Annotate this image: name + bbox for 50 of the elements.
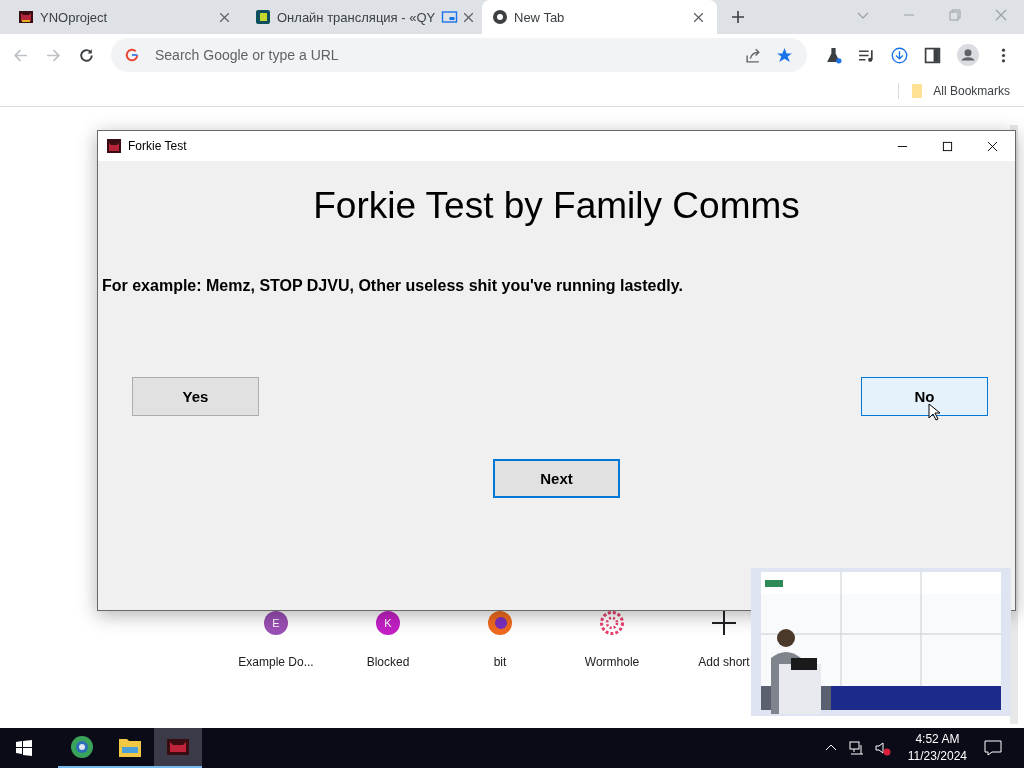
letter-icon[interactable]: E [264, 611, 288, 635]
maximize-icon[interactable] [942, 140, 953, 152]
add-icon[interactable] [712, 611, 736, 635]
notification-icon[interactable] [984, 740, 1002, 756]
browser-tab[interactable]: New Tab [482, 0, 717, 34]
letter-icon[interactable]: K [376, 611, 400, 635]
share-icon[interactable] [745, 46, 762, 64]
download-icon[interactable] [891, 46, 908, 64]
reload-icon[interactable] [78, 46, 95, 64]
close-tab-icon[interactable] [220, 12, 229, 22]
next-button[interactable]: Next [493, 459, 620, 498]
picture-in-picture-icon [441, 11, 459, 23]
browser-tab[interactable]: Онлайн трансляция - «QY [245, 0, 480, 34]
star-icon[interactable] [776, 46, 793, 64]
dialog-text: For example: Memz, STOP DJVU, Other useless shit you've running lastedly. [102, 277, 684, 295]
side-panel-icon[interactable] [924, 46, 941, 64]
flask-icon[interactable] [825, 46, 842, 64]
dialog-button[interactable]: Yes [132, 377, 259, 416]
spiral-icon[interactable] [600, 611, 624, 635]
profile-icon[interactable] [957, 44, 979, 66]
fox-globe-icon[interactable] [488, 611, 512, 635]
new-tab-icon[interactable] [731, 10, 745, 24]
bookmark-folder[interactable]: All Bookmarks [898, 83, 1010, 99]
address-bar[interactable]: Search Google or type a URL [111, 38, 807, 72]
close-icon[interactable] [987, 140, 998, 152]
windows-start-icon[interactable] [16, 740, 32, 756]
app-favicon-icon [255, 9, 271, 25]
folder-icon [911, 83, 924, 99]
close-tab-icon[interactable] [464, 12, 474, 22]
taskbar-app[interactable] [154, 728, 202, 768]
shortcut-label[interactable]: Example Do... [238, 655, 314, 669]
cat-favicon-icon [18, 9, 34, 25]
close-tab-icon[interactable] [694, 12, 703, 22]
shortcut-label[interactable]: Add short [698, 655, 750, 669]
window-title: Forkie Test [128, 139, 188, 153]
shortcut-label[interactable]: Wormhole [584, 655, 640, 669]
dialog-heading: Forkie Test by Family Comms [312, 185, 801, 227]
app-icon [106, 138, 122, 154]
address-field[interactable]: Search Google or type a URL [153, 46, 731, 64]
muted-speaker-icon[interactable] [874, 740, 891, 756]
google-icon [125, 48, 139, 62]
clock[interactable]: 4:52 AM 11/23/2024 [907, 731, 967, 765]
chrome-favicon-icon [492, 9, 508, 25]
dialog-button[interactable]: No [861, 377, 988, 416]
cursor-icon [928, 403, 940, 421]
shortcut-label[interactable]: Blocked [366, 655, 410, 669]
browser-tab[interactable]: YNOproject [8, 0, 243, 34]
globe-icon [70, 735, 94, 759]
network-icon[interactable] [848, 740, 865, 756]
shortcut-label[interactable]: bit [493, 655, 507, 669]
